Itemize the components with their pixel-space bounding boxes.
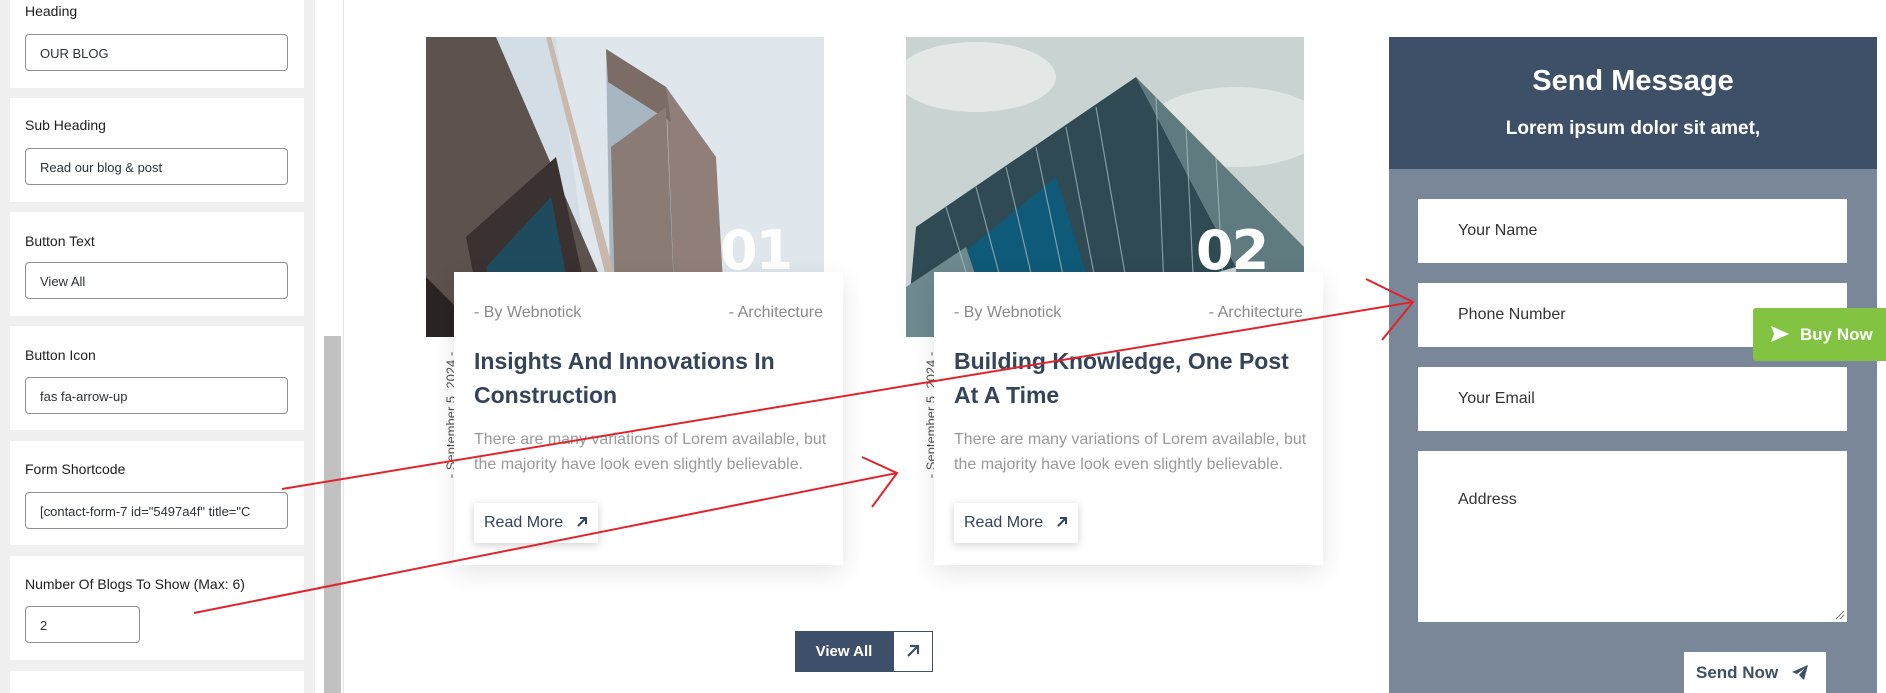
send-now-button[interactable]: Send Now [1684,652,1826,693]
buy-now-label: Buy Now [1800,325,1873,344]
form-shortcode-input[interactable]: [contact-form-7 id="5497a4f" title="C [25,492,288,529]
address-field[interactable]: Address [1418,451,1847,622]
field-button-text: Button Text View All [10,212,304,316]
read-more-button[interactable]: Read More [474,503,598,543]
blog-author[interactable]: - By Webnotick [474,304,581,322]
view-all-label: View All [795,631,893,672]
blog-title[interactable]: Insights And Innovations In Construction [474,344,829,412]
read-more-button[interactable]: Read More [954,503,1078,543]
resize-grip-icon[interactable] [1835,610,1845,620]
address-placeholder: Address [1458,491,1517,508]
sub-heading-input[interactable]: Read our blog & post [25,148,288,185]
field-form-shortcode: Form Shortcode [contact-form-7 id="5497a… [10,441,304,545]
view-all-button[interactable]: View All [795,631,933,672]
field-next [10,671,304,693]
email-field[interactable]: Your Email [1418,367,1847,431]
arrow-up-right-icon [907,644,920,657]
field-label: Button Icon [25,347,96,363]
field-label: Heading [25,3,78,19]
blog-category[interactable]: - Architecture [1209,304,1303,322]
send-icon [1771,326,1789,342]
read-more-label: Read More [484,514,564,531]
field-blog-count: Number Of Blogs To Show (Max: 6) 2 [10,556,304,660]
form-heading: Send Message [1532,65,1734,97]
settings-panel: Heading OUR BLOG Sub Heading Read our bl… [0,0,315,693]
field-button-icon: Button Icon fas fa-arrow-up [10,326,304,430]
blog-excerpt: There are many variations of Lorem avail… [474,431,827,473]
button-icon-input[interactable]: fas fa-arrow-up [25,377,288,414]
send-icon [1792,665,1808,680]
field-label: Sub Heading [25,117,106,133]
field-sub-heading: Sub Heading Read our blog & post [10,98,304,202]
scrollbar[interactable] [324,336,341,693]
blog-count-input[interactable]: 2 [25,606,140,643]
field-label: Form Shortcode [25,461,126,477]
read-more-label: Read More [964,514,1044,531]
send-now-label: Send Now [1696,663,1779,682]
name-field[interactable]: Your Name [1418,199,1847,263]
buy-now-button[interactable]: Buy Now [1753,308,1886,361]
blog-excerpt: There are many variations of Lorem avail… [954,431,1307,473]
blog-title[interactable]: Building Knowledge, One Post At A Time [954,344,1309,412]
form-header: Send Message Lorem ipsum dolor sit amet, [1389,37,1877,169]
blog-card-1: - By Webnotick - Architecture Insights A… [454,272,843,565]
blog-category[interactable]: - Architecture [729,304,823,322]
blog-card-2: - By Webnotick - Architecture Building K… [934,272,1323,565]
contact-form: Send Message Lorem ipsum dolor sit amet,… [1389,37,1877,693]
arrow-up-right-icon [1057,517,1067,527]
button-text-input[interactable]: View All [25,262,288,299]
form-subheading: Lorem ipsum dolor sit amet, [1505,118,1761,139]
heading-input[interactable]: OUR BLOG [25,34,288,71]
view-all-icon-box [893,631,933,672]
field-label: Number Of Blogs To Show (Max: 6) [25,576,245,592]
panel-divider [343,0,344,693]
arrow-up-right-icon [577,517,587,527]
field-label: Button Text [25,233,95,249]
field-heading: Heading OUR BLOG [10,0,304,88]
blog-author[interactable]: - By Webnotick [954,304,1061,322]
